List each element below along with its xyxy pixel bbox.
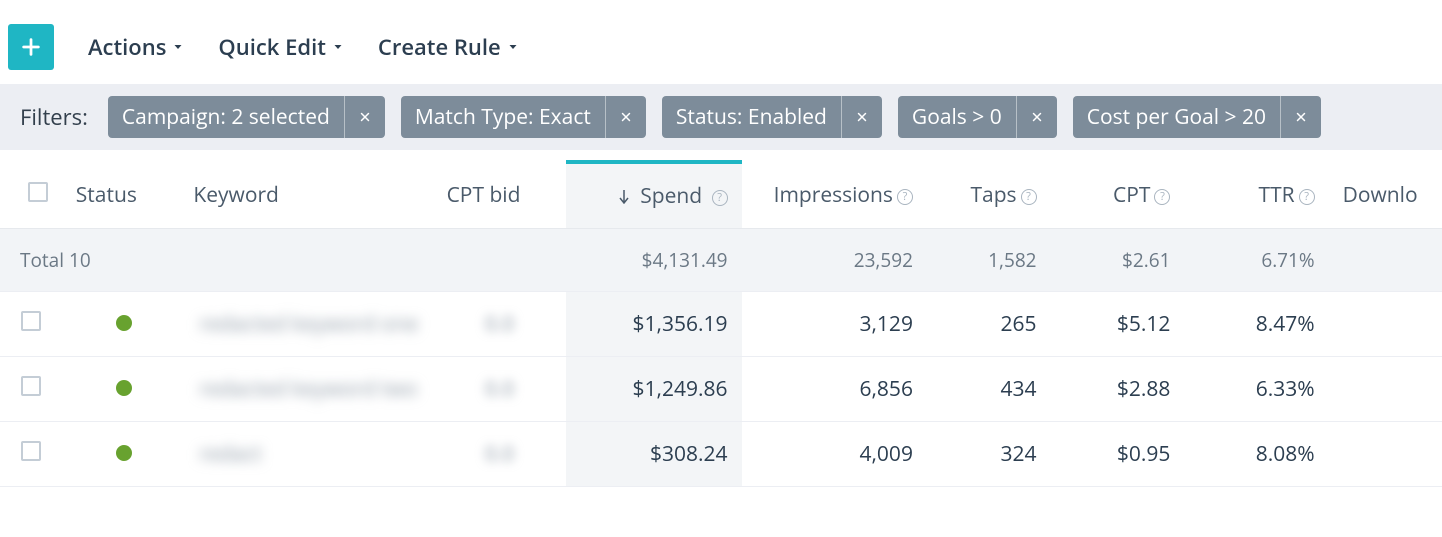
add-button[interactable] (8, 24, 54, 70)
cell-taps: 324 (927, 422, 1051, 487)
header-cpt-bid[interactable]: CPT bid (433, 162, 567, 229)
totals-row: Total 10 $4,131.49 23,592 1,582 $2.61 6.… (0, 229, 1442, 292)
header-ttr[interactable]: TTR? (1184, 162, 1328, 229)
close-icon (1031, 111, 1043, 123)
table-row: redacted keyword one 0.0 $1,356.19 3,129… (0, 292, 1442, 357)
totals-label: Total 10 (0, 229, 566, 292)
row-checkbox[interactable] (21, 441, 41, 461)
cell-downloads (1329, 292, 1442, 357)
header-keyword[interactable]: Keyword (185, 162, 432, 229)
chip-label: Cost per Goal > 20 (1073, 96, 1281, 138)
cell-cpt: $2.88 (1051, 357, 1185, 422)
chevron-down-icon (507, 41, 519, 53)
keywords-table: Status Keyword CPT bid Spend ? Impressio… (0, 160, 1442, 487)
cell-taps: 434 (927, 357, 1051, 422)
chevron-down-icon (332, 41, 344, 53)
quick-edit-label: Quick Edit (218, 32, 325, 62)
cell-downloads (1329, 422, 1442, 487)
totals-cpt: $2.61 (1051, 229, 1185, 292)
cell-cpt-bid: 0.0 (485, 310, 515, 338)
table-header-row: Status Keyword CPT bid Spend ? Impressio… (0, 162, 1442, 229)
cell-spend: $308.24 (566, 422, 741, 487)
create-rule-menu[interactable]: Create Rule (378, 32, 519, 62)
close-icon (1295, 111, 1307, 123)
create-rule-label: Create Rule (378, 32, 501, 62)
table-row: redact 0.0 $308.24 4,009 324 $0.95 8.08% (0, 422, 1442, 487)
cell-taps: 265 (927, 292, 1051, 357)
totals-taps: 1,582 (927, 229, 1051, 292)
chevron-down-icon (172, 41, 184, 53)
filter-chip-campaign[interactable]: Campaign: 2 selected (108, 96, 385, 138)
header-select-all[interactable] (0, 162, 62, 229)
totals-spend: $4,131.49 (566, 229, 741, 292)
totals-downloads (1329, 229, 1442, 292)
totals-ttr: 6.71% (1184, 229, 1328, 292)
cell-downloads (1329, 357, 1442, 422)
close-icon (620, 111, 632, 123)
header-taps[interactable]: Taps? (927, 162, 1051, 229)
cell-ttr: 8.08% (1184, 422, 1328, 487)
chip-label: Campaign: 2 selected (108, 96, 345, 138)
cell-ttr: 8.47% (1184, 292, 1328, 357)
cell-cpt-bid: 0.0 (485, 440, 515, 468)
filter-chip-matchtype[interactable]: Match Type: Exact (401, 96, 646, 138)
filters-label: Filters: (20, 102, 88, 132)
sort-arrow-down-icon (619, 190, 629, 204)
chip-label: Status: Enabled (662, 96, 842, 138)
chip-label: Goals > 0 (898, 96, 1017, 138)
help-icon[interactable]: ? (712, 190, 728, 206)
cell-spend: $1,356.19 (566, 292, 741, 357)
header-spend[interactable]: Spend ? (566, 162, 741, 229)
cell-keyword: redacted keyword one (199, 310, 418, 338)
cell-cpt-bid: 0.0 (485, 375, 515, 403)
header-downloads[interactable]: Downlo (1329, 162, 1442, 229)
totals-impressions: 23,592 (742, 229, 927, 292)
cell-keyword: redacted keyword two (199, 375, 417, 403)
toolbar: Actions Quick Edit Create Rule (0, 0, 1442, 84)
row-checkbox[interactable] (21, 376, 41, 396)
status-dot-enabled (116, 315, 132, 331)
chip-remove[interactable] (842, 96, 882, 138)
help-icon[interactable]: ? (1299, 189, 1315, 205)
chip-remove[interactable] (1281, 96, 1321, 138)
cell-impressions: 3,129 (742, 292, 927, 357)
header-impressions[interactable]: Impressions? (742, 162, 927, 229)
cell-cpt: $0.95 (1051, 422, 1185, 487)
filter-chip-goals[interactable]: Goals > 0 (898, 96, 1057, 138)
cell-ttr: 6.33% (1184, 357, 1328, 422)
help-icon[interactable]: ? (1021, 189, 1037, 205)
filter-chip-status[interactable]: Status: Enabled (662, 96, 882, 138)
close-icon (359, 111, 371, 123)
close-icon (856, 111, 868, 123)
filters-bar: Filters: Campaign: 2 selected Match Type… (0, 84, 1442, 150)
chip-remove[interactable] (345, 96, 385, 138)
header-cpt[interactable]: CPT? (1051, 162, 1185, 229)
cell-impressions: 6,856 (742, 357, 927, 422)
plus-icon (20, 36, 42, 58)
row-checkbox[interactable] (21, 311, 41, 331)
filter-chip-costpergoal[interactable]: Cost per Goal > 20 (1073, 96, 1321, 138)
cell-spend: $1,249.86 (566, 357, 741, 422)
actions-menu[interactable]: Actions (88, 32, 184, 62)
chip-remove[interactable] (606, 96, 646, 138)
cell-impressions: 4,009 (742, 422, 927, 487)
cell-keyword: redact (199, 440, 261, 468)
status-dot-enabled (116, 380, 132, 396)
quick-edit-menu[interactable]: Quick Edit (218, 32, 343, 62)
header-status[interactable]: Status (62, 162, 186, 229)
chip-label: Match Type: Exact (401, 96, 606, 138)
help-icon[interactable]: ? (897, 189, 913, 205)
table-row: redacted keyword two 0.0 $1,249.86 6,856… (0, 357, 1442, 422)
chip-remove[interactable] (1017, 96, 1057, 138)
cell-cpt: $5.12 (1051, 292, 1185, 357)
status-dot-enabled (116, 445, 132, 461)
help-icon[interactable]: ? (1154, 189, 1170, 205)
checkbox[interactable] (28, 182, 48, 202)
actions-label: Actions (88, 32, 166, 62)
